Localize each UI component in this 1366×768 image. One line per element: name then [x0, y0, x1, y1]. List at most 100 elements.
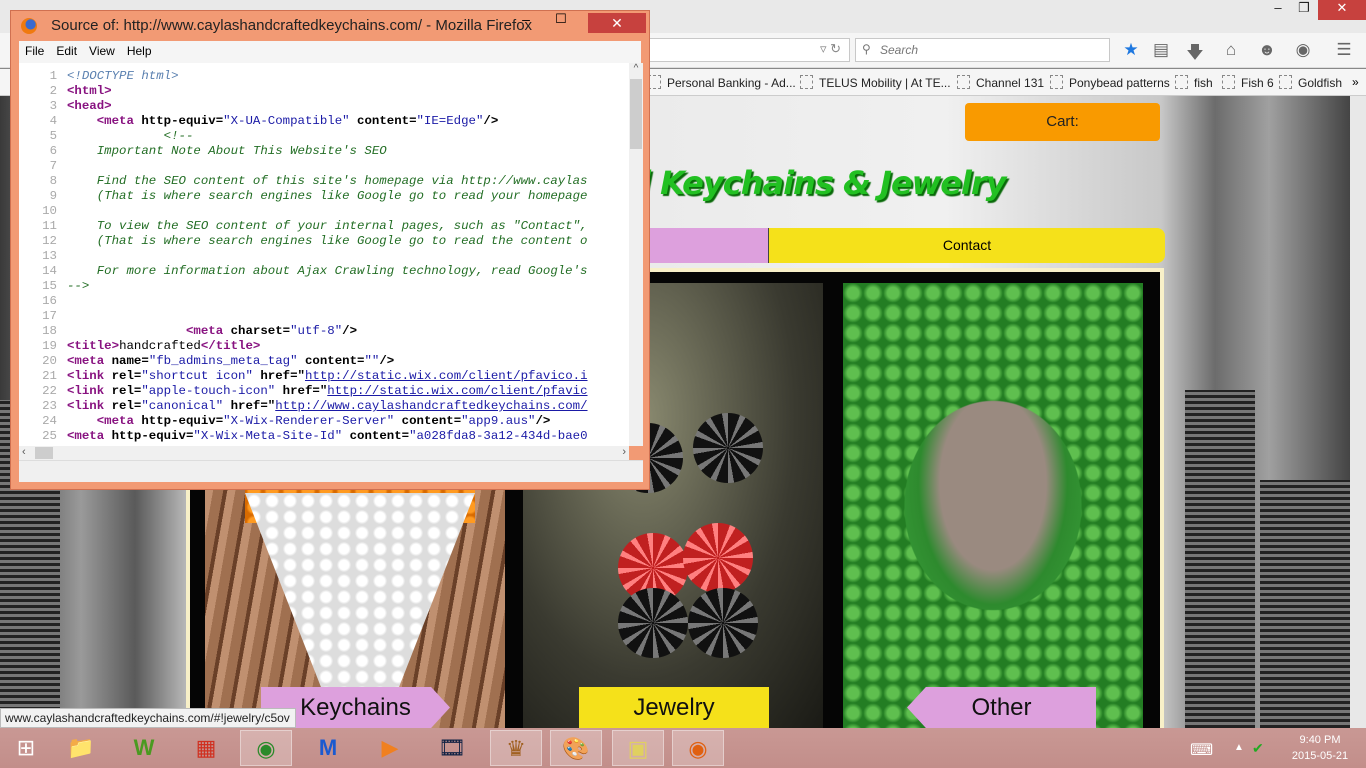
bookmark-item[interactable]: fish [1175, 75, 1213, 90]
media-player-icon[interactable]: ▶ [364, 730, 416, 766]
code-token: --> [67, 279, 90, 293]
reload-icon[interactable]: ▿ ↻ [820, 41, 841, 57]
code-token: "X-Wix-Renderer-Server" [223, 414, 395, 428]
page-scrollbar[interactable] [1350, 96, 1366, 728]
line-number: 22 [42, 384, 57, 398]
code-token: http-equiv= [111, 429, 194, 443]
code-token: "fb_admins_meta_tag" [148, 354, 298, 368]
maximize-button[interactable]: ☐ [546, 11, 576, 33]
bookmark-item[interactable]: Channel 131 [957, 75, 1044, 90]
code-token: name= [111, 354, 149, 368]
scroll-thumb[interactable] [35, 447, 53, 459]
code-line: 5 <!-- [19, 129, 629, 144]
code-token: "utf-8" [290, 324, 343, 338]
carousel-icon[interactable]: ♛ [490, 730, 542, 766]
code-token: "a028fda8-3a12-434d-bae0 [409, 429, 588, 443]
code-token: <meta [185, 324, 231, 338]
line-number: 20 [42, 354, 57, 368]
menu-edit[interactable]: Edit [50, 41, 83, 58]
code-line: 23 <link rel="canonical" href="http://www… [19, 399, 629, 414]
code-token: href=" [252, 369, 305, 383]
code-token: handcrafted [119, 339, 201, 353]
code-token: (That is where search engines like Googl… [67, 234, 588, 248]
code-token: "X-UA-Compatible" [223, 114, 350, 128]
bookmark-item[interactable]: TELUS Mobility | At TE... [800, 75, 951, 90]
close-button[interactable]: ✕ [588, 13, 646, 33]
nav-item[interactable] [650, 228, 768, 263]
source-code[interactable]: 1 <!DOCTYPE html> 2 <html> 3 <head> 4 <meta ht… [19, 63, 629, 446]
malwarebytes-icon[interactable]: M [302, 730, 354, 766]
bookmark-item[interactable]: Fish 6 [1222, 75, 1274, 90]
code-line: 1 <!DOCTYPE html> [19, 69, 629, 84]
start-button[interactable]: ⊞ [0, 730, 52, 766]
maximize-button[interactable]: ❐ [1286, 0, 1322, 20]
code-token: <title> [67, 339, 120, 353]
code-token: rel= [111, 399, 142, 413]
chrome-icon[interactable]: ◉ [240, 730, 292, 766]
cart-button[interactable]: Cart: [965, 103, 1160, 141]
code-line: 17 [19, 309, 629, 324]
line-number: 9 [49, 189, 57, 203]
time: 9:40 PM [1299, 734, 1341, 746]
close-button[interactable]: ✕ [1318, 0, 1366, 20]
bookmark-item[interactable]: Goldfish [1279, 75, 1342, 90]
firefox-icon [21, 18, 37, 34]
code-token: <head> [67, 99, 112, 113]
clock[interactable]: 9:40 PM 2015-05-21 [1280, 732, 1360, 764]
line-number: 23 [42, 399, 57, 413]
code-token: <link [67, 384, 112, 398]
code-token: <!-- [67, 129, 194, 143]
bookmark-item[interactable]: Ponybead patterns [1050, 75, 1170, 90]
chat-icon[interactable]: ☻ [1256, 40, 1278, 60]
code-token: <meta [96, 414, 142, 428]
firefox-icon[interactable]: ◉ [672, 730, 724, 766]
code-token: <meta [67, 429, 112, 443]
home-icon[interactable]: ⌂ [1220, 40, 1242, 60]
menu-view[interactable]: View [83, 41, 121, 58]
globe-icon[interactable]: ◉ [1292, 40, 1314, 60]
code-line: 8 Find the SEO content of this site's ho… [19, 174, 629, 189]
menu-help[interactable]: Help [121, 41, 158, 58]
security-status-icon[interactable]: ✔ [1252, 740, 1264, 757]
reading-list-icon[interactable]: ▤ [1150, 40, 1172, 60]
keyboard-icon[interactable]: ⌨ [1190, 740, 1213, 760]
search-input[interactable]: ⚲ Search [855, 38, 1110, 62]
bookmarks-overflow-button[interactable]: » [1352, 75, 1359, 89]
url-bar[interactable]: ▿ ↻ [640, 38, 850, 62]
code-line: 24 <meta http-equiv="X-Wix-Renderer-Serv… [19, 414, 629, 429]
jewelry-link[interactable]: Jewelry [579, 687, 769, 728]
code-line: 4 <meta http-equiv="X-UA-Compatible" con… [19, 114, 629, 129]
code-line: 11 To view the SEO content of your inter… [19, 219, 629, 234]
menu-file[interactable]: File [19, 41, 50, 58]
paint-icon[interactable]: 🎨 [550, 730, 602, 766]
wordweb-icon[interactable]: W [118, 730, 170, 766]
download-icon[interactable]: 🡇 [1184, 40, 1206, 62]
line-number: 4 [49, 114, 57, 128]
line-number: 10 [42, 204, 57, 218]
file-explorer-icon[interactable]: 📁 [55, 730, 107, 766]
scroll-thumb[interactable] [630, 79, 642, 149]
code-token[interactable]: http://static.wix.com/client/pfavico.i [305, 369, 588, 383]
other-photo[interactable] [843, 283, 1143, 728]
other-link[interactable]: Other [907, 687, 1096, 728]
minimize-button[interactable]: – [511, 11, 541, 33]
bookmark-item[interactable]: Personal Banking - Ad... [648, 75, 796, 90]
code-token: content= [297, 354, 365, 368]
code-token: content= [349, 114, 417, 128]
menu-bar: File Edit View Help [19, 41, 641, 63]
menu-icon[interactable]: ☰ [1333, 40, 1355, 60]
video-icon[interactable]: 🎞 [426, 730, 478, 766]
sticky-notes-icon[interactable]: ▣ [612, 730, 664, 766]
code-token[interactable]: http://www.caylashandcraftedkeychains.co… [275, 399, 587, 413]
bookmark-star-icon[interactable]: ★ [1120, 40, 1142, 60]
code-line: 2 <html> [19, 84, 629, 99]
code-token: charset= [230, 324, 291, 338]
code-token: content= [342, 429, 410, 443]
code-token[interactable]: http://static.wix.com/client/pfavic [327, 384, 587, 398]
line-number: 1 [49, 69, 57, 83]
nav-item-contact[interactable]: Contact [768, 228, 1165, 263]
horizontal-scrollbar[interactable]: ‹ › [19, 446, 629, 460]
avg-icon[interactable]: ▦ [180, 730, 232, 766]
code-token: Important Note About This Website's SEO [67, 144, 387, 158]
show-hidden-icons[interactable]: ▲ [1234, 742, 1244, 753]
